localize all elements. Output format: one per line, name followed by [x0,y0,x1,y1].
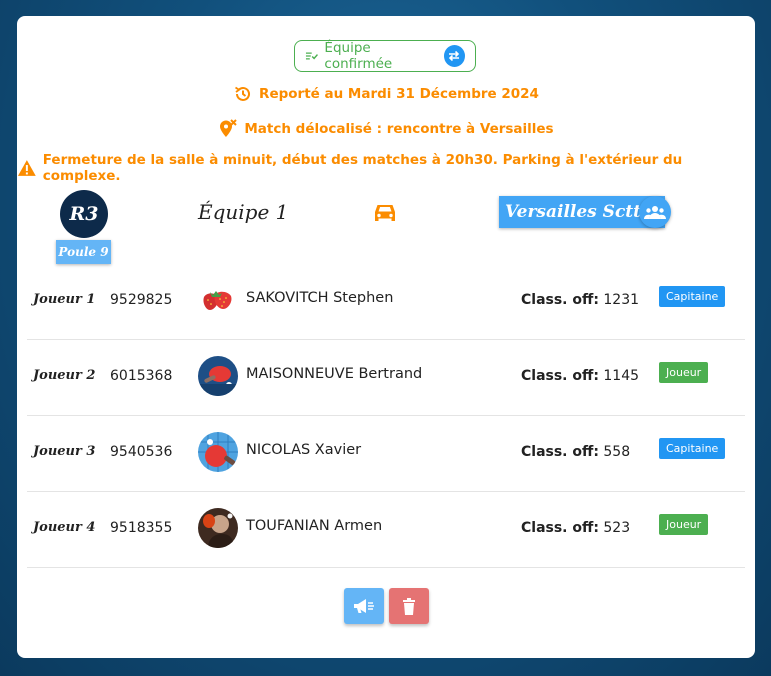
delete-button[interactable] [389,588,429,624]
player-ranking: Class. off: 1231 [521,292,639,308]
ranking-value: 558 [603,444,631,460]
map-marker-remove-icon [220,119,238,137]
player-row: Joueur 4 9518355 TOUFANIAN Armen Class. … [27,491,745,568]
announce-button[interactable] [344,588,384,624]
player-name[interactable]: NICOLAS Xavier [246,442,361,458]
checklist-icon [305,52,319,60]
player-license: 9529825 [110,292,173,308]
pool-chip: Poule 9 [56,240,111,264]
postponed-line: Reporté au Mardi 31 Décembre 2024 [17,84,755,104]
relocated-line: Match délocalisé : rencontre à Versaille… [17,119,755,139]
player-ranking: Class. off: 558 [521,444,630,460]
player-slot: Joueur 3 [33,444,96,459]
player-license: 9518355 [110,520,173,536]
team-confirmed-label: Équipe confirmée [324,40,393,72]
ping-pong-icon [198,432,238,472]
notice-line: Fermeture de la salle à minuit, début de… [17,152,755,184]
division-badge: R3 [60,190,108,238]
trash-icon [403,597,415,615]
player-ranking: Class. off: 1145 [521,368,639,384]
role-badge: Joueur [659,362,709,383]
megaphone-icon [354,599,374,613]
player-slot: Joueur 1 [33,292,96,307]
ping-pong-player-icon [198,508,238,548]
player-license: 9540536 [110,444,173,460]
role-badge: Capitaine [659,438,726,459]
player-slot: Joueur 4 [33,520,96,535]
role-badge: Capitaine [659,286,726,307]
ranking-label: Class. off: [521,444,599,460]
warning-icon [17,160,36,176]
ranking-label: Class. off: [521,292,599,308]
strawberry-icon [198,280,238,320]
role-badge: Joueur [659,514,709,535]
group-icon [644,206,666,219]
relocated-text: Match délocalisé : rencontre à Versaille… [244,121,554,137]
player-name[interactable]: MAISONNEUVE Bertrand [246,366,422,382]
player-name[interactable]: SAKOVITCH Stephen [246,290,393,306]
player-ranking: Class. off: 523 [521,520,630,536]
ranking-value: 1145 [603,368,640,384]
ranking-label: Class. off: [521,368,599,384]
team-confirmed-chip: Équipe confirmée [294,40,476,72]
swap-arrows-icon [449,50,460,62]
history-clock-icon [235,86,251,101]
match-card: Équipe confirmée Reporté au Mardi 31 Déc… [17,16,755,658]
ranking-label: Class. off: [521,520,599,536]
car-icon [372,202,398,228]
ranking-value: 1231 [603,292,640,308]
notice-text: Fermeture de la salle à minuit, début de… [42,152,683,184]
swap-button[interactable] [443,45,465,67]
ping-pong-icon [198,356,238,396]
home-team-name: Équipe 1 [198,200,289,224]
ranking-value: 523 [603,520,631,536]
player-row: Joueur 3 9540536 NICOLAS Xavier Class. o… [27,415,745,492]
player-row: Joueur 2 6015368 MAISONNEUVE Bertrand Cl… [27,339,745,416]
player-row: Joueur 1 9529825 SAKOVITCH Stephen Class… [27,263,745,340]
postponed-text: Reporté au Mardi 31 Décembre 2024 [259,86,539,102]
team-members-button[interactable] [639,196,671,228]
player-license: 6015368 [110,368,173,384]
player-name[interactable]: TOUFANIAN Armen [246,518,382,534]
player-slot: Joueur 2 [33,368,96,383]
